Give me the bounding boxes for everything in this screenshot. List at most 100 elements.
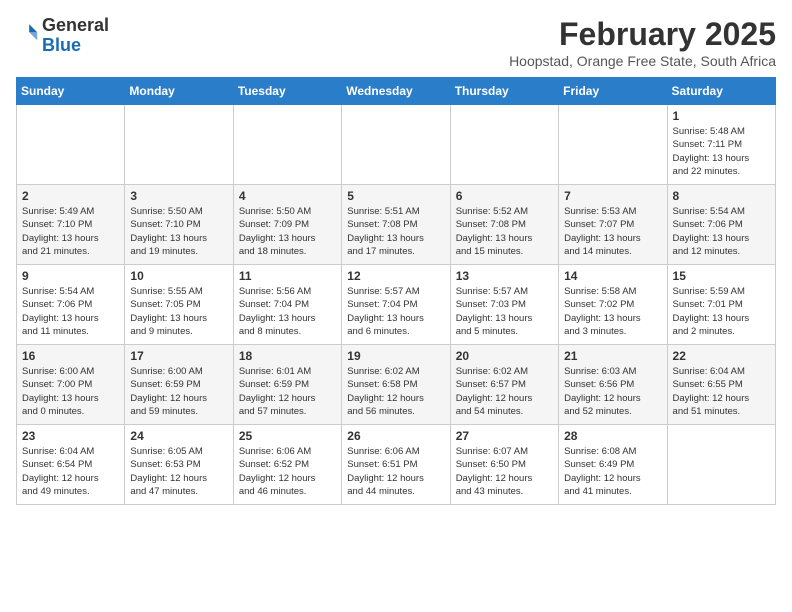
day-number: 3 [130,189,227,203]
day-cell: 24Sunrise: 6:05 AM Sunset: 6:53 PM Dayli… [125,425,233,505]
header-thursday: Thursday [450,78,558,105]
week-row-2: 9 Sunrise: 5:54 AM Sunset: 7:06 PM Daylig… [17,265,776,345]
day-info: Sunrise: 5:54 AM Sunset: 7:06 PM Dayligh… [22,285,119,338]
page-header: General Blue February 2025 Hoopstad, Ora… [16,16,776,69]
day-cell: 7Sunrise: 5:53 AM Sunset: 7:07 PM Daylig… [559,185,667,265]
day-number: 17 [130,349,227,363]
day-number: 20 [456,349,553,363]
calendar-table: SundayMondayTuesdayWednesdayThursdayFrid… [16,77,776,505]
day-info: Sunrise: 6:02 AM Sunset: 6:58 PM Dayligh… [347,365,444,418]
day-number: 21 [564,349,661,363]
title-block: February 2025 Hoopstad, Orange Free Stat… [509,16,776,69]
day-info: Sunrise: 5:59 AM Sunset: 7:01 PM Dayligh… [673,285,770,338]
day-info: Sunrise: 6:02 AM Sunset: 6:57 PM Dayligh… [456,365,553,418]
day-info: Sunrise: 6:06 AM Sunset: 6:51 PM Dayligh… [347,445,444,498]
day-number: 24 [130,429,227,443]
day-cell: 1 Sunrise: 5:48 AM Sunset: 7:11 PM Daylig… [667,105,775,185]
day-cell: 16 Sunrise: 6:00 AM Sunset: 7:00 PM Dayli… [17,345,125,425]
day-info: Sunrise: 5:52 AM Sunset: 7:08 PM Dayligh… [456,205,553,258]
day-number: 2 [22,189,119,203]
calendar-body: 1 Sunrise: 5:48 AM Sunset: 7:11 PM Daylig… [17,105,776,505]
day-cell: 2 Sunrise: 5:49 AM Sunset: 7:10 PM Daylig… [17,185,125,265]
day-info: Sunrise: 6:00 AM Sunset: 6:59 PM Dayligh… [130,365,227,418]
day-info: Sunrise: 5:50 AM Sunset: 7:10 PM Dayligh… [130,205,227,258]
day-cell: 18 Sunrise: 6:01 AM Sunset: 6:59 PM Dayli… [233,345,341,425]
day-number: 12 [347,269,444,283]
day-number: 5 [347,189,444,203]
day-info: Sunrise: 6:07 AM Sunset: 6:50 PM Dayligh… [456,445,553,498]
day-cell [450,105,558,185]
logo: General Blue [16,16,109,56]
day-info: Sunrise: 5:55 AM Sunset: 7:05 PM Dayligh… [130,285,227,338]
day-cell: 21Sunrise: 6:03 AM Sunset: 6:56 PM Dayli… [559,345,667,425]
month-title: February 2025 [509,16,776,53]
day-cell [559,105,667,185]
day-info: Sunrise: 6:04 AM Sunset: 6:54 PM Dayligh… [22,445,119,498]
day-cell: 22 Sunrise: 6:04 AM Sunset: 6:55 PM Dayli… [667,345,775,425]
day-cell: 4Sunrise: 5:50 AM Sunset: 7:09 PM Daylig… [233,185,341,265]
day-cell: 5 Sunrise: 5:51 AM Sunset: 7:08 PM Daylig… [342,185,450,265]
day-cell: 19 Sunrise: 6:02 AM Sunset: 6:58 PM Dayli… [342,345,450,425]
header-wednesday: Wednesday [342,78,450,105]
day-info: Sunrise: 5:51 AM Sunset: 7:08 PM Dayligh… [347,205,444,258]
day-number: 28 [564,429,661,443]
day-number: 23 [22,429,119,443]
day-cell [233,105,341,185]
week-row-4: 23 Sunrise: 6:04 AM Sunset: 6:54 PM Dayli… [17,425,776,505]
day-info: Sunrise: 5:49 AM Sunset: 7:10 PM Dayligh… [22,205,119,258]
logo-text: General Blue [42,16,109,56]
day-cell: 12 Sunrise: 5:57 AM Sunset: 7:04 PM Dayli… [342,265,450,345]
day-number: 6 [456,189,553,203]
day-cell [342,105,450,185]
day-cell: 17 Sunrise: 6:00 AM Sunset: 6:59 PM Dayli… [125,345,233,425]
day-number: 7 [564,189,661,203]
day-info: Sunrise: 5:58 AM Sunset: 7:02 PM Dayligh… [564,285,661,338]
header-row: SundayMondayTuesdayWednesdayThursdayFrid… [17,78,776,105]
day-info: Sunrise: 5:50 AM Sunset: 7:09 PM Dayligh… [239,205,336,258]
week-row-3: 16 Sunrise: 6:00 AM Sunset: 7:00 PM Dayli… [17,345,776,425]
day-cell: 26 Sunrise: 6:06 AM Sunset: 6:51 PM Dayli… [342,425,450,505]
day-cell: 23 Sunrise: 6:04 AM Sunset: 6:54 PM Dayli… [17,425,125,505]
day-number: 26 [347,429,444,443]
day-number: 18 [239,349,336,363]
day-cell [17,105,125,185]
day-cell: 9 Sunrise: 5:54 AM Sunset: 7:06 PM Daylig… [17,265,125,345]
header-saturday: Saturday [667,78,775,105]
logo-blue: Blue [42,35,81,55]
day-number: 25 [239,429,336,443]
header-tuesday: Tuesday [233,78,341,105]
day-cell: 6 Sunrise: 5:52 AM Sunset: 7:08 PM Daylig… [450,185,558,265]
day-info: Sunrise: 6:04 AM Sunset: 6:55 PM Dayligh… [673,365,770,418]
day-cell: 15Sunrise: 5:59 AM Sunset: 7:01 PM Dayli… [667,265,775,345]
day-number: 27 [456,429,553,443]
day-number: 16 [22,349,119,363]
day-cell: 25 Sunrise: 6:06 AM Sunset: 6:52 PM Dayli… [233,425,341,505]
day-info: Sunrise: 6:06 AM Sunset: 6:52 PM Dayligh… [239,445,336,498]
day-number: 10 [130,269,227,283]
day-cell: 8Sunrise: 5:54 AM Sunset: 7:06 PM Daylig… [667,185,775,265]
logo-general: General [42,15,109,35]
day-info: Sunrise: 5:57 AM Sunset: 7:04 PM Dayligh… [347,285,444,338]
day-number: 19 [347,349,444,363]
day-number: 22 [673,349,770,363]
day-cell: 13Sunrise: 5:57 AM Sunset: 7:03 PM Dayli… [450,265,558,345]
day-number: 11 [239,269,336,283]
day-info: Sunrise: 6:01 AM Sunset: 6:59 PM Dayligh… [239,365,336,418]
day-cell: 14 Sunrise: 5:58 AM Sunset: 7:02 PM Dayli… [559,265,667,345]
day-cell: 27 Sunrise: 6:07 AM Sunset: 6:50 PM Dayli… [450,425,558,505]
day-number: 14 [564,269,661,283]
week-row-1: 2 Sunrise: 5:49 AM Sunset: 7:10 PM Daylig… [17,185,776,265]
location: Hoopstad, Orange Free State, South Afric… [509,53,776,69]
day-cell: 10 Sunrise: 5:55 AM Sunset: 7:05 PM Dayli… [125,265,233,345]
day-cell [667,425,775,505]
day-info: Sunrise: 6:00 AM Sunset: 7:00 PM Dayligh… [22,365,119,418]
day-info: Sunrise: 5:56 AM Sunset: 7:04 PM Dayligh… [239,285,336,338]
day-number: 1 [673,109,770,123]
week-row-0: 1 Sunrise: 5:48 AM Sunset: 7:11 PM Daylig… [17,105,776,185]
day-info: Sunrise: 5:48 AM Sunset: 7:11 PM Dayligh… [673,125,770,178]
header-monday: Monday [125,78,233,105]
day-number: 9 [22,269,119,283]
day-cell: 3 Sunrise: 5:50 AM Sunset: 7:10 PM Daylig… [125,185,233,265]
day-info: Sunrise: 5:57 AM Sunset: 7:03 PM Dayligh… [456,285,553,338]
day-info: Sunrise: 6:08 AM Sunset: 6:49 PM Dayligh… [564,445,661,498]
